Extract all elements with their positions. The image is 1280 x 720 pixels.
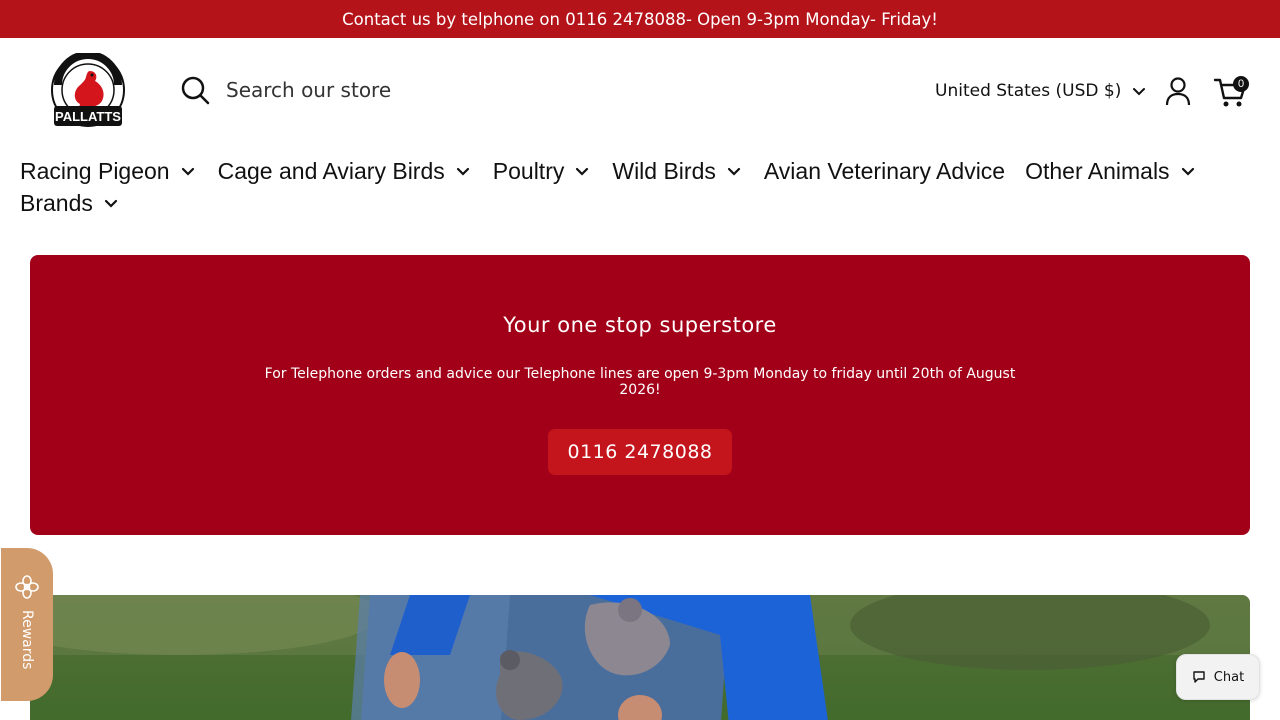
nav-item-avian-veterinary-advice[interactable]: Avian Veterinary Advice: [764, 158, 1005, 185]
currency-label: United States (USD $): [935, 81, 1122, 101]
nav-item-racing-pigeon[interactable]: Racing Pigeon: [20, 158, 198, 185]
search-bar[interactable]: [180, 70, 740, 110]
nav-item-label: Racing Pigeon: [20, 157, 170, 184]
chevron-down-icon: [1181, 167, 1194, 176]
announcement-bar: Contact us by telphone on 0116 2478088- …: [0, 0, 1280, 38]
chat-label: Chat: [1213, 669, 1245, 685]
user-icon[interactable]: [1164, 76, 1192, 106]
currency-selector[interactable]: United States (USD $): [935, 78, 1147, 104]
chevron-down-icon: [1133, 88, 1146, 96]
cart-count-badge: 0: [1233, 76, 1249, 92]
nav-item-label: Poultry: [492, 157, 565, 184]
chevron-down-icon: [181, 167, 194, 176]
search-icon[interactable]: [180, 75, 210, 105]
nav-item-label: Avian Veterinary Advice: [763, 157, 1006, 184]
chevron-down-icon: [104, 199, 117, 208]
chevron-down-icon: [576, 167, 589, 176]
rewards-label: Rewards: [19, 610, 35, 670]
search-input[interactable]: [226, 78, 706, 102]
nav-item-wild-birds[interactable]: Wild Birds: [612, 158, 744, 185]
nav-item-other-animals[interactable]: Other Animals: [1025, 158, 1197, 185]
hero-banner: Your one stop superstore For Telephone o…: [30, 255, 1250, 535]
hero-title: Your one stop superstore: [503, 313, 777, 337]
main-navigation: Racing Pigeon Cage and Aviary Birds Poul…: [20, 155, 1260, 219]
nav-item-label: Other Animals: [1025, 157, 1170, 184]
nav-item-label: Cage and Aviary Birds: [217, 157, 445, 184]
nav-item-label: Brands: [20, 189, 93, 216]
nav-item-brands[interactable]: Brands: [20, 190, 121, 217]
pigeon-release-photo: [30, 595, 1250, 720]
flower-icon: [15, 575, 39, 599]
hero-text: For Telephone orders and advice our Tele…: [264, 366, 1016, 398]
chevron-down-icon: [727, 167, 740, 176]
nav-item-label: Wild Birds: [612, 157, 716, 184]
chat-button[interactable]: Chat: [1176, 654, 1260, 700]
announcement-text: Contact us by telphone on 0116 2478088- …: [342, 9, 938, 29]
logo-text: PALLATTS: [55, 109, 121, 124]
chat-bubble-icon: [1193, 671, 1205, 683]
nav-item-cage-aviary-birds[interactable]: Cage and Aviary Birds: [218, 158, 473, 185]
pallatts-logo[interactable]: PALLATTS: [50, 53, 126, 130]
chevron-down-icon: [456, 167, 469, 176]
phone-button[interactable]: 0116 2478088: [548, 429, 732, 475]
rewards-tab[interactable]: Rewards: [1, 548, 53, 701]
nav-item-poultry[interactable]: Poultry: [493, 158, 593, 185]
